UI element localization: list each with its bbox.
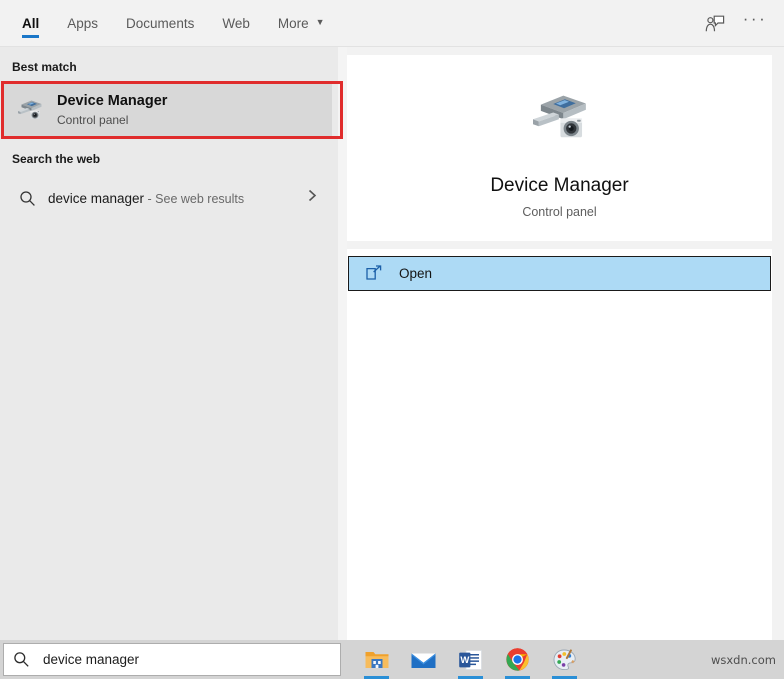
tab-apps-label: Apps bbox=[67, 16, 99, 31]
feedback-button[interactable] bbox=[696, 7, 734, 41]
mail-icon bbox=[410, 649, 437, 671]
person-feedback-icon bbox=[705, 15, 725, 33]
open-external-icon bbox=[359, 264, 389, 282]
windows-search-flyout: All Apps Documents Web More ▼ ··· Best m… bbox=[0, 0, 784, 640]
result-item-device-manager[interactable]: Device Manager Control panel bbox=[3, 84, 332, 136]
search-filter-tabbar: All Apps Documents Web More ▼ ··· bbox=[0, 0, 784, 47]
result-title: Device Manager bbox=[57, 92, 168, 109]
search-flyout-screen: All Apps Documents Web More ▼ ··· Best m… bbox=[0, 0, 784, 679]
taskbar-app-paint[interactable] bbox=[541, 640, 588, 679]
tab-web[interactable]: Web bbox=[208, 0, 264, 47]
result-subtitle: Control panel bbox=[57, 112, 129, 127]
card-divider bbox=[347, 240, 772, 249]
header-actions: ··· bbox=[696, 7, 784, 41]
taskbar: device manager W wsxdn.com bbox=[0, 640, 784, 679]
results-pane: Best match Device Manager Control panel … bbox=[0, 47, 343, 640]
taskbar-app-word[interactable]: W bbox=[447, 640, 494, 679]
result-text-block: Device Manager Control panel bbox=[57, 92, 167, 129]
taskbar-app-icons: W bbox=[353, 640, 588, 679]
search-icon bbox=[14, 190, 40, 207]
preview-subtitle: Control panel bbox=[522, 204, 597, 219]
ellipsis-icon: ··· bbox=[742, 9, 768, 28]
taskbar-search-value: device manager bbox=[43, 652, 140, 667]
taskbar-search-input[interactable]: device manager bbox=[3, 643, 341, 676]
tab-active-indicator bbox=[22, 35, 40, 38]
open-button[interactable]: Open bbox=[348, 255, 771, 291]
tab-more-label: More bbox=[277, 16, 309, 31]
svg-text:W: W bbox=[460, 655, 469, 666]
taskbar-app-mail[interactable] bbox=[400, 640, 447, 679]
result-item-web-search[interactable]: device manager - See web results bbox=[4, 177, 332, 219]
taskbar-app-chrome[interactable] bbox=[494, 640, 541, 679]
preview-header-card: Device Manager Control panel bbox=[347, 55, 772, 241]
word-icon: W bbox=[458, 648, 483, 672]
web-result-text: device manager - See web results bbox=[48, 191, 244, 206]
best-match-group-label: Best match bbox=[12, 60, 77, 74]
watermark: wsxdn.com bbox=[710, 652, 776, 667]
tab-list: All Apps Documents Web More ▼ bbox=[0, 0, 339, 47]
taskbar-app-file-explorer[interactable] bbox=[353, 640, 400, 679]
search-icon bbox=[13, 651, 37, 668]
more-options-button[interactable]: ··· bbox=[736, 7, 774, 41]
tab-apps[interactable]: Apps bbox=[53, 0, 112, 47]
file-explorer-icon bbox=[364, 648, 390, 672]
chevron-right-icon[interactable] bbox=[307, 188, 324, 208]
pane-divider bbox=[338, 47, 347, 640]
open-button-label: Open bbox=[399, 265, 433, 281]
paint-icon bbox=[552, 647, 578, 672]
chrome-icon bbox=[505, 647, 530, 672]
web-query-text: device manager bbox=[48, 190, 145, 206]
flyout-body: Best match Device Manager Control panel … bbox=[0, 47, 784, 640]
device-manager-icon bbox=[13, 93, 47, 127]
search-web-group-label: Search the web bbox=[12, 152, 101, 166]
web-result-suffix: - See web results bbox=[144, 191, 245, 206]
tab-all-label: All bbox=[22, 16, 40, 31]
tab-documents[interactable]: Documents bbox=[112, 0, 208, 47]
preview-title: Device Manager bbox=[490, 175, 629, 196]
tab-more[interactable]: More ▼ bbox=[264, 0, 339, 47]
tab-all[interactable]: All bbox=[8, 0, 53, 47]
tab-documents-label: Documents bbox=[126, 16, 195, 31]
actions-card: Open bbox=[347, 248, 772, 640]
device-manager-icon bbox=[524, 81, 596, 153]
preview-pane: Device Manager Control panel Open bbox=[347, 47, 784, 640]
best-match-section: Device Manager Control panel bbox=[0, 81, 343, 139]
chevron-down-icon: ▼ bbox=[315, 17, 325, 27]
tab-web-label: Web bbox=[222, 16, 250, 31]
